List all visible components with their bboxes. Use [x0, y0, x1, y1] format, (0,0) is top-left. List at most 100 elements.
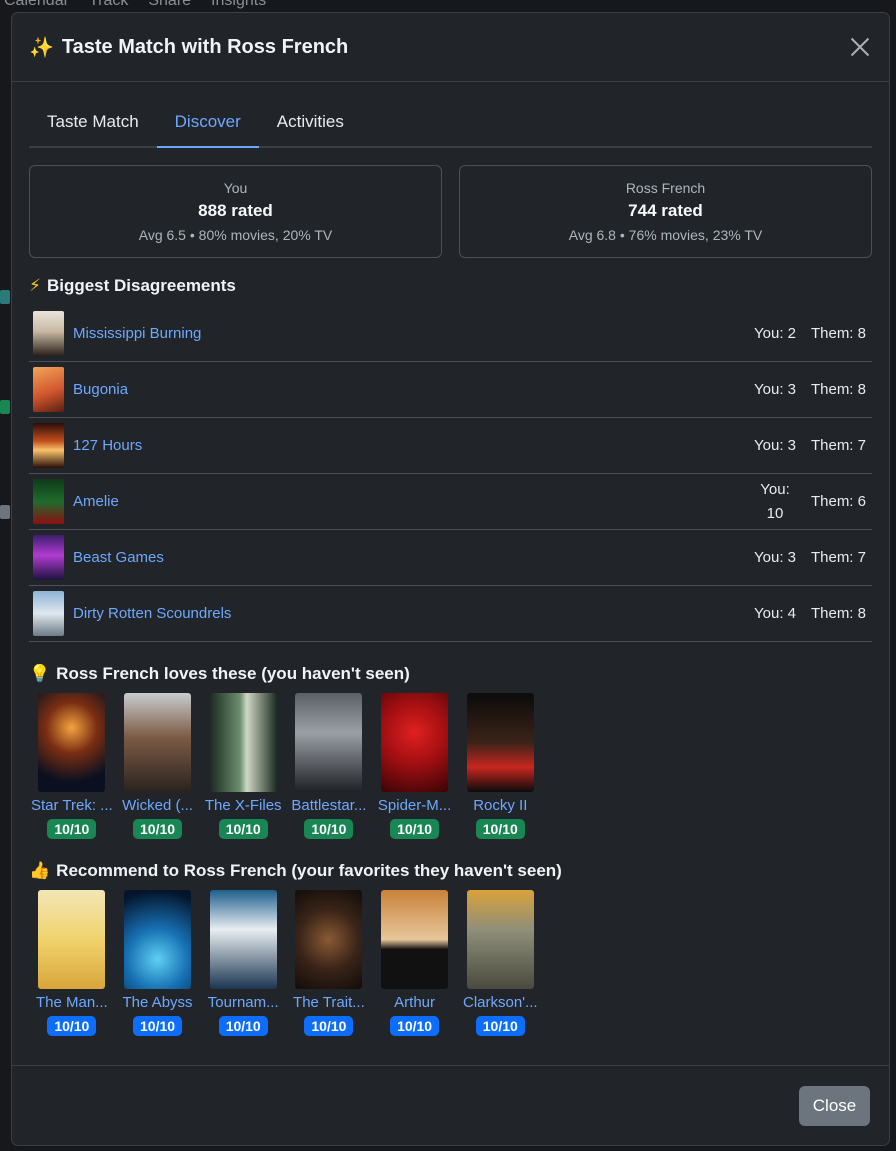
- poster-image: [124, 693, 192, 792]
- they-love-section: 💡 Ross French loves these (you haven't s…: [29, 660, 872, 839]
- score-badge: 10/10: [390, 819, 440, 839]
- stat-rated: 888 rated: [198, 201, 273, 220]
- poster-card[interactable]: Battlestar... 10/10: [286, 693, 372, 839]
- poster-card[interactable]: Star Trek: ... 10/10: [29, 693, 115, 839]
- your-rating: You: 3: [754, 548, 796, 566]
- poster-image: [466, 890, 534, 989]
- modal-body: Taste Match Discover Activities You 888 …: [12, 82, 889, 1036]
- their-rating: Them: 8: [810, 381, 866, 398]
- poster-title[interactable]: The Man...: [31, 994, 113, 1011]
- poster-image: [381, 890, 449, 989]
- score-badge: 10/10: [133, 1016, 183, 1036]
- poster-title[interactable]: Rocky II: [459, 797, 541, 814]
- modal-footer: Close: [12, 1065, 889, 1145]
- taste-match-modal: ✨ Taste Match with Ross French Taste Mat…: [11, 12, 890, 1146]
- tab-discover[interactable]: Discover: [156, 100, 259, 148]
- poster-title[interactable]: Star Trek: ...: [31, 797, 113, 814]
- list-item: Beast Games You: 3 Them: 7: [29, 530, 872, 586]
- poster-title[interactable]: Wicked (...: [117, 797, 199, 814]
- modal-title: ✨ Taste Match with Ross French: [29, 35, 348, 60]
- recommend-heading: 👍 Recommend to Ross French (your favorit…: [29, 857, 872, 885]
- poster-card[interactable]: Tournam... 10/10: [200, 890, 286, 1036]
- score-badge: 10/10: [47, 819, 97, 839]
- movie-link[interactable]: Dirty Rotten Scoundrels: [73, 605, 750, 622]
- stat-card-you: You 888 rated Avg 6.5 • 80% movies, 20% …: [29, 165, 442, 258]
- stat-name: You: [223, 180, 248, 196]
- list-item: Mississippi Burning You: 2 Them: 8: [29, 306, 872, 362]
- stat-avg: Avg 6.8 • 76% movies, 23% TV: [568, 227, 763, 243]
- tab-activities[interactable]: Activities: [259, 100, 362, 146]
- their-rating: Them: 8: [810, 325, 866, 342]
- poster-title[interactable]: The Trait...: [288, 994, 370, 1011]
- movie-link[interactable]: 127 Hours: [73, 437, 750, 454]
- poster-card[interactable]: The Man... 10/10: [29, 890, 115, 1036]
- poster-title[interactable]: Spider-M...: [374, 797, 456, 814]
- they-love-heading: 💡 Ross French loves these (you haven't s…: [29, 660, 872, 688]
- movie-link[interactable]: Beast Games: [73, 549, 750, 566]
- poster-card[interactable]: The Abyss 10/10: [115, 890, 201, 1036]
- poster-image: [295, 890, 363, 989]
- poster-image: [295, 693, 363, 792]
- poster-thumbnail: [33, 535, 64, 580]
- poster-card[interactable]: Wicked (... 10/10: [115, 693, 201, 839]
- score-badge: 10/10: [304, 1016, 354, 1036]
- your-rating: You: 3: [754, 380, 796, 398]
- poster-thumbnail: [33, 423, 64, 468]
- movie-link[interactable]: Amelie: [73, 493, 750, 510]
- stat-card-friend: Ross French 744 rated Avg 6.8 • 76% movi…: [459, 165, 872, 258]
- recommend-title: Recommend to Ross French (your favorites…: [56, 861, 562, 880]
- close-button[interactable]: Close: [799, 1085, 870, 1126]
- poster-thumbnail: [33, 591, 64, 636]
- poster-title[interactable]: Clarkson'...: [459, 994, 541, 1011]
- lightbulb-icon: 💡: [29, 664, 51, 683]
- poster-image: [209, 693, 277, 792]
- list-item: 127 Hours You: 3 Them: 7: [29, 418, 872, 474]
- their-rating: Them: 6: [810, 493, 866, 510]
- poster-card[interactable]: Clarkson'... 10/10: [457, 890, 543, 1036]
- poster-image: [381, 693, 449, 792]
- poster-card[interactable]: Arthur 10/10: [372, 890, 458, 1036]
- close-icon[interactable]: [848, 35, 872, 59]
- poster-card[interactable]: The Trait... 10/10: [286, 890, 372, 1036]
- stat-name: Ross French: [625, 180, 706, 196]
- they-love-posters: Star Trek: ... 10/10 Wicked (... 10/10 T…: [29, 693, 872, 839]
- poster-thumbnail: [33, 311, 64, 356]
- score-badge: 10/10: [390, 1016, 440, 1036]
- disagreements-list: Mississippi Burning You: 2 Them: 8 Bugon…: [29, 306, 872, 642]
- they-love-title: Ross French loves these (you haven't see…: [56, 664, 410, 683]
- list-item: Amelie You: 10 Them: 6: [29, 474, 872, 530]
- poster-thumbnail: [33, 367, 64, 412]
- stat-rated: 744 rated: [628, 201, 703, 220]
- thumbs-up-icon: 👍: [29, 861, 51, 880]
- lightning-icon: ⚡: [29, 276, 41, 295]
- tab-bar: Taste Match Discover Activities: [29, 100, 872, 148]
- poster-image: [38, 693, 106, 792]
- score-badge: 10/10: [133, 819, 183, 839]
- movie-link[interactable]: Mississippi Burning: [73, 325, 750, 342]
- poster-title[interactable]: The X-Files: [202, 797, 284, 814]
- score-badge: 10/10: [475, 1016, 525, 1036]
- poster-title[interactable]: Battlestar...: [288, 797, 370, 814]
- modal-title-text: Taste Match with Ross French: [61, 35, 349, 58]
- sparkle-icon: ✨: [29, 36, 54, 59]
- poster-card[interactable]: The X-Files 10/10: [200, 693, 286, 839]
- score-badge: 10/10: [218, 1016, 268, 1036]
- stat-avg: Avg 6.5 • 80% movies, 20% TV: [138, 227, 333, 243]
- poster-title[interactable]: The Abyss: [117, 994, 199, 1011]
- poster-title[interactable]: Tournam...: [202, 994, 284, 1011]
- movie-link[interactable]: Bugonia: [73, 381, 750, 398]
- poster-card[interactable]: Spider-M... 10/10: [372, 693, 458, 839]
- your-rating: You: 10: [760, 480, 790, 522]
- poster-image: [38, 890, 106, 989]
- recommend-section: 👍 Recommend to Ross French (your favorit…: [29, 857, 872, 1036]
- list-item: Dirty Rotten Scoundrels You: 4 Them: 8: [29, 586, 872, 642]
- poster-title[interactable]: Arthur: [374, 994, 456, 1011]
- poster-card[interactable]: Rocky II 10/10: [457, 693, 543, 839]
- list-item: Bugonia You: 3 Them: 8: [29, 362, 872, 418]
- score-badge: 10/10: [218, 819, 268, 839]
- disagreements-heading: ⚡ Biggest Disagreements: [29, 272, 872, 300]
- your-rating: You: 3: [754, 436, 796, 454]
- tab-taste-match[interactable]: Taste Match: [29, 100, 157, 146]
- bg-fragment: [0, 505, 10, 519]
- poster-thumbnail: [33, 479, 64, 524]
